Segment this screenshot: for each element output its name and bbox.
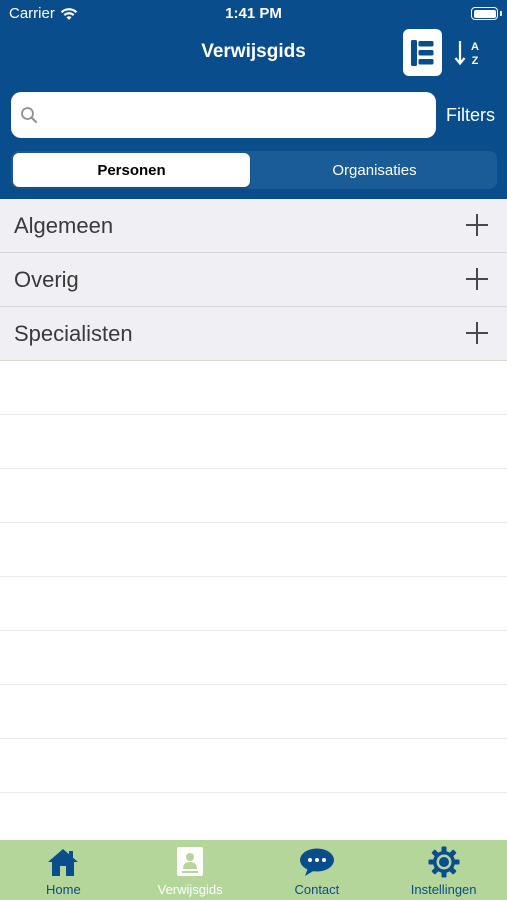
segment-personen[interactable]: Personen	[13, 153, 250, 187]
empty-row	[0, 415, 507, 469]
plus-icon[interactable]	[466, 268, 488, 290]
header: Carrier 1:41 PM Verwijsgids A Z Filters …	[0, 0, 507, 199]
tab-label: Instellingen	[410, 882, 477, 897]
chat-bubble-icon	[299, 848, 334, 876]
status-time: 1:41 PM	[225, 5, 282, 22]
empty-row	[0, 793, 507, 847]
battery-icon	[471, 7, 502, 20]
section-overig[interactable]: Overig	[0, 253, 507, 307]
section-label: Specialisten	[14, 321, 133, 346]
sort-button[interactable]: A Z	[452, 34, 486, 72]
contact-card-icon	[177, 847, 204, 876]
gear-icon	[428, 846, 460, 877]
sort-az-icon: A Z	[454, 41, 479, 67]
tab-home[interactable]: Home	[0, 840, 127, 900]
segmented-control: Personen Organisaties	[11, 151, 497, 189]
segment-organisaties[interactable]: Organisaties	[254, 153, 495, 187]
empty-row	[0, 523, 507, 577]
search-bar[interactable]	[11, 92, 436, 138]
svg-text:Z: Z	[472, 55, 479, 67]
empty-row	[0, 469, 507, 523]
list-view-icon	[411, 39, 434, 66]
search-input[interactable]	[44, 105, 424, 125]
svg-text:A: A	[471, 41, 479, 53]
section-algemeen[interactable]: Algemeen	[0, 199, 507, 253]
filters-button[interactable]: Filters	[446, 105, 495, 126]
list-mode-button[interactable]	[403, 29, 442, 76]
search-icon	[21, 107, 37, 123]
tab-label: Verwijsgids	[157, 882, 223, 897]
plus-icon[interactable]	[466, 214, 488, 236]
section-label: Algemeen	[14, 213, 114, 238]
empty-row	[0, 685, 507, 739]
plus-icon[interactable]	[466, 322, 488, 344]
section-label: Overig	[14, 267, 79, 292]
empty-row	[0, 631, 507, 685]
tab-verwijsgids[interactable]: Verwijsgids	[127, 840, 254, 900]
empty-row	[0, 739, 507, 793]
empty-row	[0, 361, 507, 415]
tab-label: Home	[46, 882, 81, 897]
section-specialisten[interactable]: Specialisten	[0, 307, 507, 361]
empty-row	[0, 577, 507, 631]
tab-bar: Home Verwijsgids Contact Instellingen	[0, 840, 507, 900]
status-bar: Carrier 1:41 PM	[0, 0, 507, 28]
tab-contact[interactable]: Contact	[254, 840, 381, 900]
tab-instellingen[interactable]: Instellingen	[380, 840, 507, 900]
home-icon	[48, 848, 79, 876]
tab-label: Contact	[294, 882, 340, 897]
